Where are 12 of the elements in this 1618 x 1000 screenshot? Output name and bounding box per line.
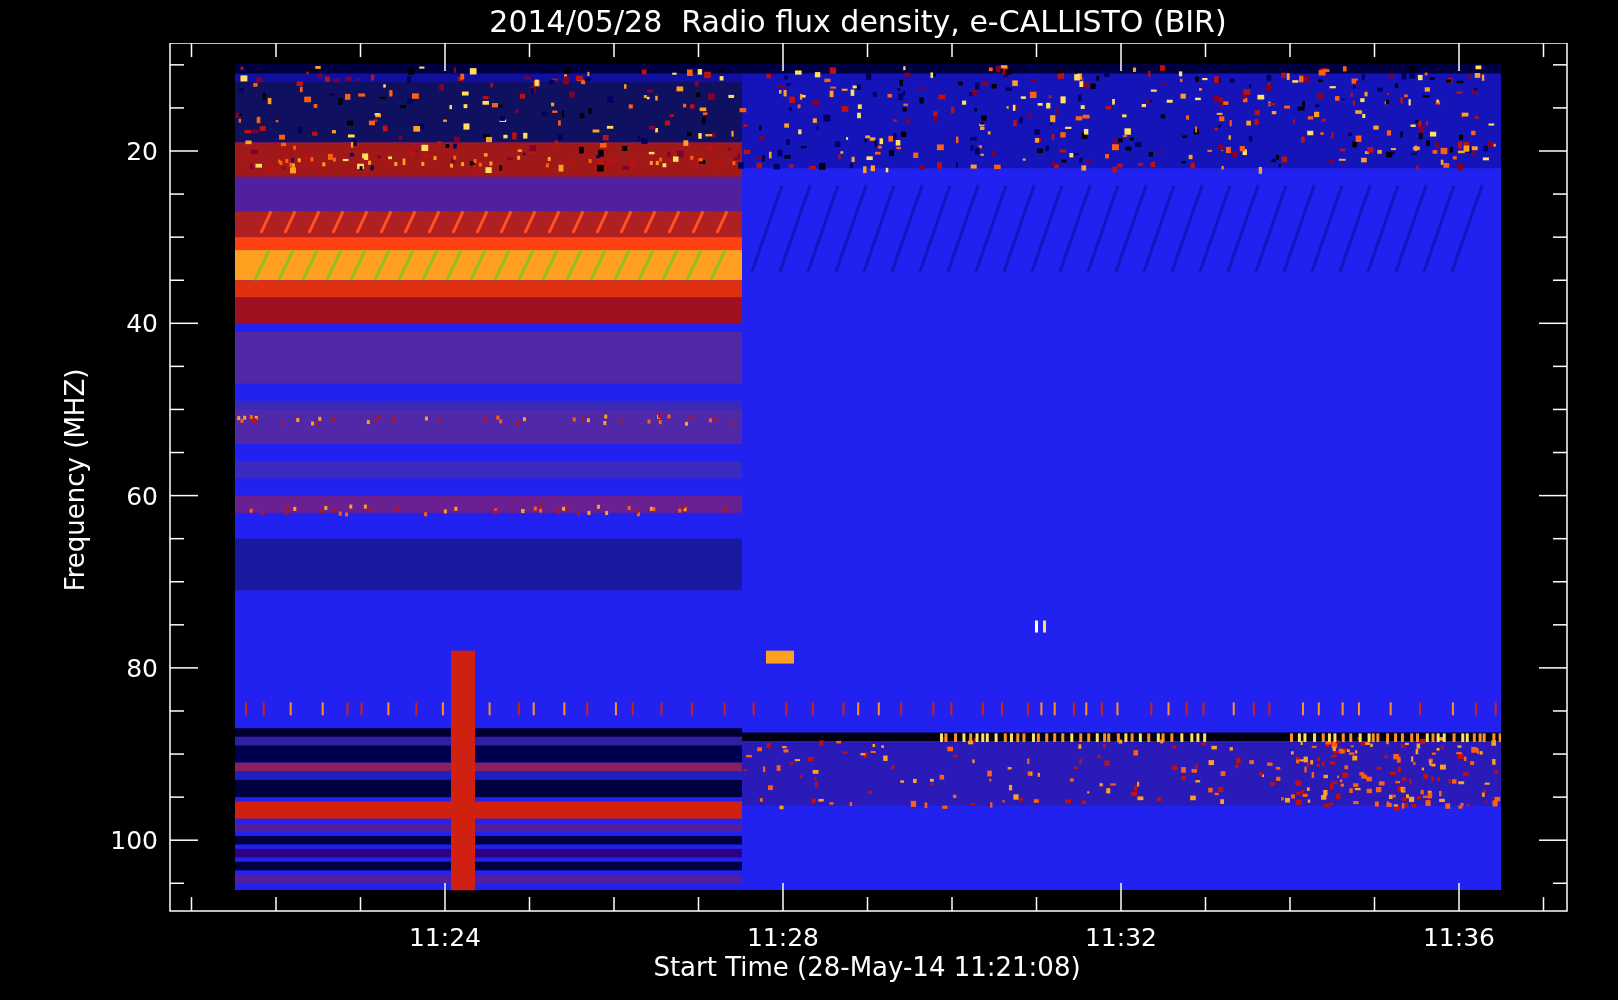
y-tick-label: 100 xyxy=(110,826,158,856)
y-tick-label: 60 xyxy=(126,481,158,511)
x-tick-label: 11:28 xyxy=(747,923,819,952)
x-axis-label: Start Time (28-May-14 11:21:08) xyxy=(653,952,1081,982)
chart-title: 2014/05/28 Radio flux density, e-CALLISTO (BIR) xyxy=(489,3,1227,41)
x-tick-label: 11:24 xyxy=(409,923,481,952)
y-tick-label: 20 xyxy=(126,137,158,166)
y-axis-label: Frequency (MHZ) xyxy=(60,368,90,592)
x-tick-label: 11:32 xyxy=(1085,923,1157,952)
y-tick-label: 40 xyxy=(126,309,158,339)
x-tick-label: 11:36 xyxy=(1423,923,1495,952)
y-tick-label: 80 xyxy=(126,653,158,683)
